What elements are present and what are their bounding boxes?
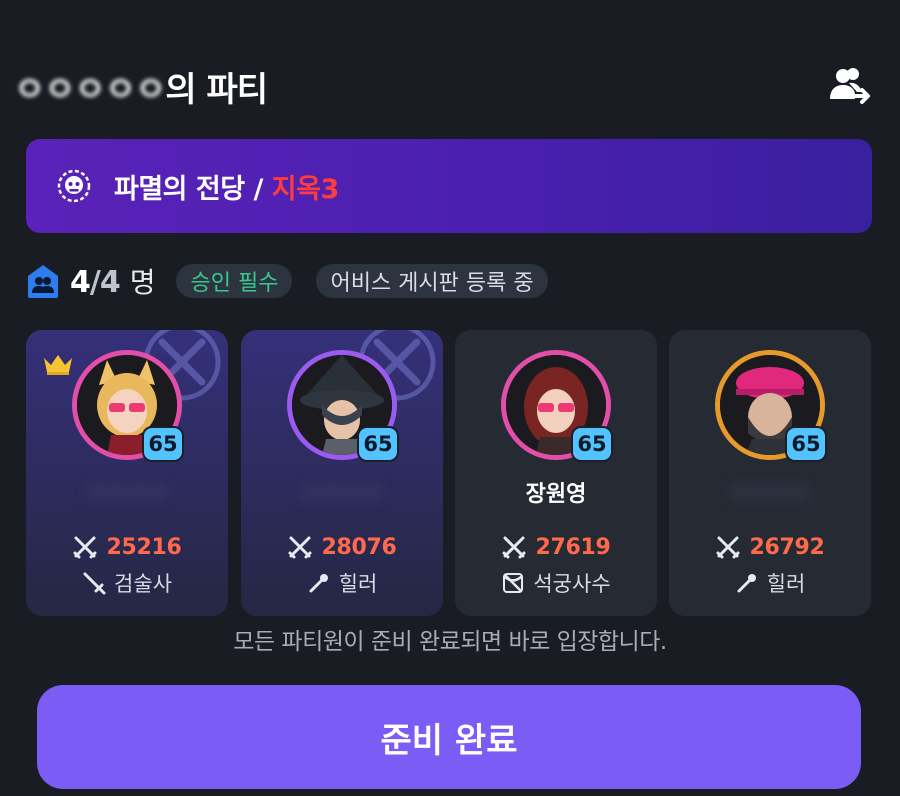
dungeon-banner[interactable]: 파멸의 전당 / 지옥3 [26, 139, 872, 233]
dungeon-title: 파멸의 전당 / 지옥3 [114, 167, 339, 206]
member-count-max: 4 [99, 265, 121, 300]
power-value: 25216 [106, 534, 182, 560]
member-count-sep: / [89, 265, 101, 300]
combat-power: 28076 [241, 534, 443, 560]
member-card[interactable]: 65 ㅇㅇㅇㅇ 26792 힐러 [669, 330, 871, 616]
party-house-icon [28, 265, 58, 298]
member-class: 석궁사수 [455, 568, 657, 598]
member-name: 장원영 [525, 482, 587, 507]
power-value: 26792 [749, 534, 825, 560]
crossed-swords-icon [502, 536, 526, 559]
member-name: ㅇㅇㅇㅇ [301, 482, 383, 507]
class-label: 힐러 [766, 572, 806, 596]
member-count: 4/4 명 [70, 261, 156, 301]
entry-notice: 모든 파티원이 준비 완료되면 바로 입장합니다. [233, 629, 667, 655]
member-card[interactable]: 65 장원영 27619 석궁사수 [455, 330, 657, 616]
crossed-swords-icon [288, 536, 312, 559]
combat-power: 26792 [669, 534, 871, 560]
class-label: 석궁사수 [533, 572, 611, 596]
demon-face-icon [57, 169, 91, 203]
member-class: 검술사 [26, 568, 228, 598]
sword-icon [83, 572, 106, 595]
class-label: 힐러 [338, 572, 378, 596]
ready-button[interactable]: 준비 완료 [37, 685, 861, 789]
party-info-row: 4/4 명 승인 필수 어비스 게시판 등록 중 [26, 262, 548, 300]
dungeon-difficulty: 지옥3 [271, 173, 339, 205]
combat-power: 27619 [455, 534, 657, 560]
dungeon-name: 파멸의 전당 [114, 173, 245, 205]
approval-required-chip: 승인 필수 [176, 264, 293, 298]
group-share-icon [830, 68, 870, 104]
member-name: ㅇㅇㅇㅇ [729, 482, 811, 507]
abyss-board-chip: 어비스 게시판 등록 중 [316, 264, 548, 298]
level-badge: 65 [357, 426, 399, 462]
power-value: 27619 [535, 534, 611, 560]
crossed-swords-icon [716, 536, 740, 559]
member-card[interactable]: 65 ㅇㅇㅇㅇ 28076 힐러 [241, 330, 443, 616]
level-badge: 65 [785, 426, 827, 462]
power-value: 28076 [321, 534, 397, 560]
member-count-current: 4 [70, 265, 91, 300]
party-share-button[interactable] [826, 64, 872, 108]
dungeon-separator: / [244, 173, 272, 205]
crossed-swords-icon [73, 536, 97, 559]
level-badge: 65 [571, 426, 613, 462]
leader-name: ㅇㅇㅇㅇㅇ [14, 70, 166, 110]
crossbow-icon [503, 573, 524, 593]
staff-icon [737, 574, 756, 593]
party-title-suffix: 의 파티 [165, 70, 268, 110]
member-class: 힐러 [669, 568, 871, 598]
leader-crown-icon [44, 355, 72, 375]
member-card[interactable]: 65 ㅇㅇㅇㅇ 25216 검술사 [26, 330, 228, 616]
staff-icon [309, 574, 328, 593]
class-label: 검술사 [114, 572, 172, 596]
party-title: ㅇㅇㅇㅇㅇ 의 파티 [14, 62, 268, 111]
member-class: 힐러 [241, 568, 443, 598]
member-count-unit: 명 [129, 266, 156, 299]
combat-power: 25216 [26, 534, 228, 560]
level-badge: 65 [142, 426, 184, 462]
member-name: ㅇㅇㅇㅇ [86, 482, 168, 507]
